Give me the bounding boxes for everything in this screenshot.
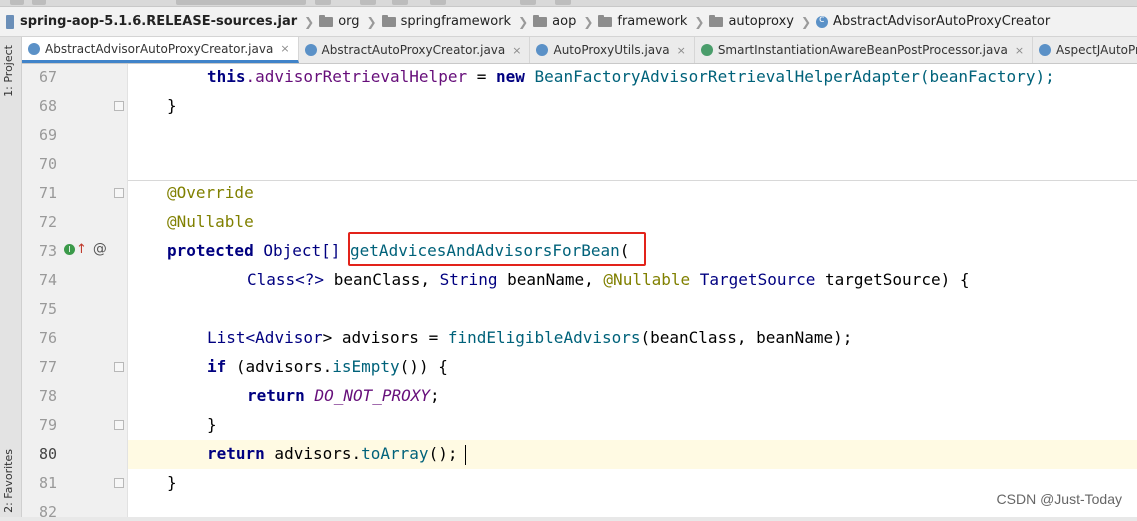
code-line-80: return advisors.toArray(); bbox=[207, 444, 458, 463]
toolbar-button[interactable] bbox=[555, 0, 571, 5]
breadcrumb-class[interactable]: AbstractAdvisorAutoProxyCreator bbox=[816, 14, 1050, 29]
jar-icon bbox=[6, 14, 14, 29]
interface-icon bbox=[700, 44, 713, 56]
breadcrumb-package[interactable]: springframework bbox=[381, 14, 511, 29]
close-icon[interactable]: × bbox=[677, 44, 686, 57]
chevron-right-icon: ❯ bbox=[694, 14, 705, 29]
toolbar-button[interactable] bbox=[315, 0, 331, 5]
line-number: 67 bbox=[38, 68, 57, 86]
line-number: 81 bbox=[38, 474, 57, 492]
highlight-box bbox=[348, 232, 646, 266]
code-line-76: List<Advisor> advisors = findEligibleAdv… bbox=[207, 328, 853, 347]
line-number: 69 bbox=[38, 126, 57, 144]
text-caret bbox=[465, 445, 466, 465]
line-number: 74 bbox=[38, 271, 57, 289]
line-number: 71 bbox=[38, 184, 57, 202]
fold-marker[interactable] bbox=[114, 420, 124, 430]
toolbar-button[interactable] bbox=[430, 0, 446, 5]
folder-icon bbox=[533, 14, 548, 27]
left-tool-strip: 1: Project 2: Favorites bbox=[0, 37, 22, 517]
code-line-77: if (advisors.isEmpty()) { bbox=[207, 357, 448, 376]
chevron-right-icon: ❯ bbox=[304, 14, 315, 29]
breadcrumb-package[interactable]: autoproxy bbox=[709, 14, 794, 29]
line-number: 78 bbox=[38, 387, 57, 405]
code-line-71: @Override bbox=[167, 183, 254, 202]
line-number: 75 bbox=[38, 300, 57, 318]
folder-icon bbox=[381, 14, 396, 27]
folder-icon bbox=[598, 14, 613, 27]
method-separator bbox=[128, 180, 1137, 181]
fold-marker[interactable] bbox=[114, 101, 124, 111]
tab-auto-proxy-utils[interactable]: AutoProxyUtils.java × bbox=[530, 37, 695, 63]
project-panel-toggle[interactable]: 1: Project bbox=[2, 45, 15, 97]
line-number: 73 bbox=[38, 242, 57, 260]
line-number: 68 bbox=[38, 97, 57, 115]
breadcrumb-jar[interactable]: spring-aop-5.1.6.RELEASE-sources.jar bbox=[6, 14, 297, 29]
line-number: 79 bbox=[38, 416, 57, 434]
fold-marker[interactable] bbox=[114, 362, 124, 372]
toolbar-button[interactable] bbox=[392, 0, 408, 5]
implementing-method-icon[interactable]: I bbox=[64, 243, 75, 255]
run-config-selector[interactable] bbox=[176, 0, 306, 5]
code-line-79: } bbox=[207, 415, 217, 434]
breadcrumb: spring-aop-5.1.6.RELEASE-sources.jar ❯ o… bbox=[0, 7, 1137, 37]
tab-abstract-auto-proxy-creator[interactable]: AbstractAutoProxyCreator.java × bbox=[299, 37, 531, 63]
breadcrumb-package[interactable]: org bbox=[319, 14, 360, 29]
watermark: CSDN @Just-Today bbox=[996, 491, 1122, 507]
line-number: 72 bbox=[38, 213, 57, 231]
close-icon[interactable]: × bbox=[280, 42, 289, 55]
toolbar-button[interactable] bbox=[520, 0, 536, 5]
override-annotation-icon: @ bbox=[92, 241, 107, 257]
line-number: 70 bbox=[38, 155, 57, 173]
toolbar-strip bbox=[0, 0, 1137, 7]
chevron-right-icon: ❯ bbox=[518, 14, 529, 29]
breadcrumb-package[interactable]: aop bbox=[533, 14, 576, 29]
chevron-right-icon: ❯ bbox=[366, 14, 377, 29]
gutter-markers: I ↑ @ bbox=[64, 241, 107, 257]
close-icon[interactable]: × bbox=[512, 44, 521, 57]
chevron-right-icon: ❯ bbox=[800, 14, 812, 29]
toolbar-button[interactable] bbox=[32, 0, 46, 5]
breadcrumb-package[interactable]: framework bbox=[598, 14, 687, 29]
fold-marker[interactable] bbox=[114, 188, 124, 198]
close-icon[interactable]: × bbox=[1015, 44, 1024, 57]
overrides-up-arrow-icon[interactable]: ↑ bbox=[76, 242, 87, 257]
toolbar-button[interactable] bbox=[360, 0, 376, 5]
folder-icon bbox=[709, 14, 724, 27]
folder-icon bbox=[319, 14, 334, 27]
fold-marker[interactable] bbox=[114, 478, 124, 488]
tab-abstract-advisor-auto-proxy-creator[interactable]: AbstractAdvisorAutoProxyCreator.java × bbox=[22, 37, 299, 63]
class-icon bbox=[536, 44, 549, 56]
line-number: 77 bbox=[38, 358, 57, 376]
class-icon bbox=[1039, 44, 1052, 56]
code-line-78: return DO_NOT_PROXY; bbox=[247, 386, 440, 405]
class-icon bbox=[304, 44, 317, 56]
line-number: 82 bbox=[38, 503, 57, 521]
code-line-72: @Nullable bbox=[167, 212, 254, 231]
class-icon bbox=[28, 42, 40, 55]
code-line-68: } bbox=[167, 96, 177, 115]
class-icon bbox=[816, 14, 829, 28]
code-line-81: } bbox=[167, 473, 177, 492]
tab-smart-instantiation-aware-bean-post-processor[interactable]: SmartInstantiationAwareBeanPostProcessor… bbox=[695, 37, 1034, 63]
favorites-panel-toggle[interactable]: 2: Favorites bbox=[2, 449, 15, 513]
tab-aspectj-auto-proxy[interactable]: AspectJAutoProxy bbox=[1033, 37, 1137, 63]
line-number-current: 80 bbox=[38, 445, 57, 463]
toolbar-button[interactable] bbox=[10, 0, 24, 5]
line-number: 76 bbox=[38, 329, 57, 347]
chevron-right-icon: ❯ bbox=[583, 14, 594, 29]
code-line-67: this.advisorRetrievalHelper = new BeanFa… bbox=[207, 67, 1055, 86]
editor-tabs: AbstractAdvisorAutoProxyCreator.java × A… bbox=[0, 37, 1137, 64]
code-line-74: Class<?> beanClass, String beanName, @Nu… bbox=[247, 270, 970, 289]
